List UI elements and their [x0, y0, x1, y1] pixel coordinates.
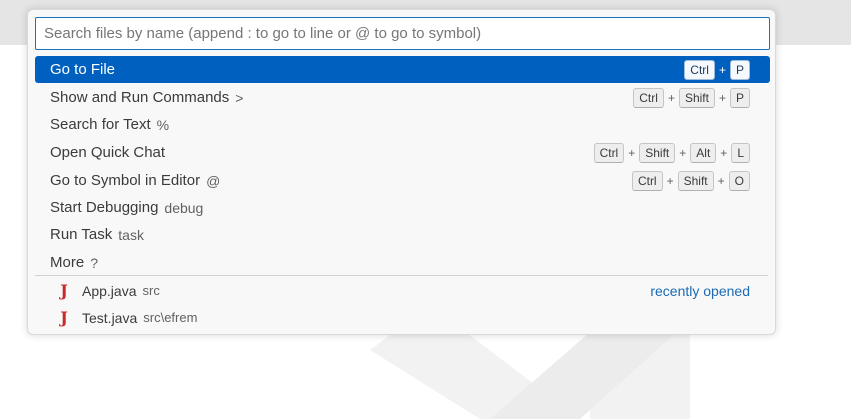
command-more[interactable]: More ?: [35, 249, 770, 276]
key-plus: +: [718, 90, 726, 105]
key-cap: L: [731, 142, 750, 163]
key-plus: +: [717, 173, 725, 188]
command-label: Show and Run Commands: [50, 89, 230, 106]
command-prefix: task: [118, 226, 144, 243]
key-cap: Ctrl: [684, 59, 715, 80]
command-prefix: >: [235, 89, 244, 106]
command-label: Go to Symbol in Editor: [50, 172, 201, 189]
key-plus: +: [667, 90, 675, 105]
file-path: src\efrem: [143, 310, 198, 325]
java-file-icon: J: [60, 308, 68, 327]
key-cap: P: [729, 87, 750, 108]
shortcut-keys: Ctrl + Shift + Alt + L: [593, 142, 750, 163]
file-name: App.java: [82, 282, 137, 299]
command-prefix: debug: [164, 199, 204, 216]
command-label: Search for Text: [50, 116, 151, 133]
key-plus: +: [718, 62, 726, 77]
shortcut-keys: Ctrl + Shift + P: [633, 87, 750, 108]
file-path: src: [142, 283, 160, 298]
recent-file-test-java[interactable]: J Test.java src\efrem: [35, 304, 770, 331]
command-label: More: [50, 254, 85, 271]
recent-file-app-java[interactable]: J App.java src recently opened: [35, 277, 770, 304]
key-plus: +: [628, 145, 636, 160]
key-cap: Shift: [678, 87, 715, 108]
key-cap: Shift: [677, 170, 714, 191]
command-open-quick-chat[interactable]: Open Quick Chat Ctrl + Shift + Alt + L: [35, 139, 770, 166]
key-plus: +: [679, 145, 687, 160]
key-cap: P: [729, 59, 750, 80]
key-plus: +: [666, 173, 674, 188]
key-cap: Ctrl: [593, 142, 625, 163]
command-go-to-symbol-in-editor[interactable]: Go to Symbol in Editor @ Ctrl + Shift + …: [35, 167, 770, 194]
section-divider: [35, 275, 768, 276]
command-prefix: @: [206, 172, 221, 189]
command-label: Start Debugging: [50, 199, 159, 216]
command-run-task[interactable]: Run Task task: [35, 221, 770, 248]
key-cap: Ctrl: [631, 170, 663, 191]
command-search-for-text[interactable]: Search for Text %: [35, 111, 770, 138]
recently-opened-label: recently opened: [650, 282, 750, 299]
key-cap: Alt: [690, 142, 717, 163]
key-cap: Shift: [639, 142, 676, 163]
key-plus: +: [720, 145, 728, 160]
key-cap: Ctrl: [633, 87, 664, 108]
shortcut-keys: Ctrl + P: [684, 59, 750, 80]
shortcut-keys: Ctrl + Shift + O: [631, 170, 750, 191]
command-label: Go to File: [50, 61, 116, 78]
file-name: Test.java: [82, 309, 138, 326]
key-cap: O: [728, 170, 750, 191]
quick-open-search-input[interactable]: [35, 17, 770, 50]
command-label: Run Task: [50, 226, 113, 243]
command-go-to-file[interactable]: Go to File Ctrl + P: [35, 56, 770, 83]
command-prefix: %: [156, 116, 170, 133]
command-prefix: ?: [90, 254, 98, 271]
java-file-icon: J: [60, 281, 68, 300]
command-label: Open Quick Chat: [50, 144, 166, 161]
quick-open-widget: Go to File Ctrl + P Show and Run Command…: [27, 9, 776, 335]
command-show-and-run-commands[interactable]: Show and Run Commands > Ctrl + Shift + P: [35, 84, 770, 111]
command-start-debugging[interactable]: Start Debugging debug: [35, 194, 770, 221]
